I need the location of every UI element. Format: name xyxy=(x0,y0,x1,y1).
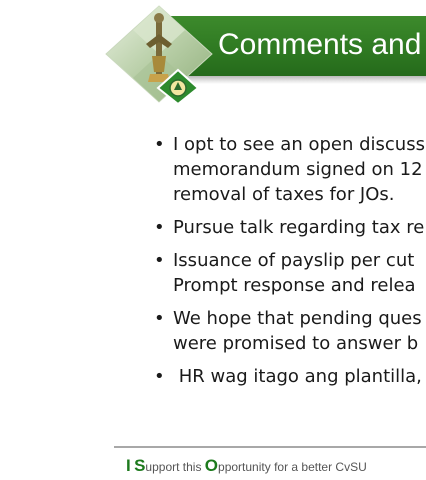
bullet-text: Pursue talk regarding tax re xyxy=(173,217,425,238)
bullet-text: I opt to see an open discuss memorandum … xyxy=(173,134,425,205)
university-seal-diamond-icon xyxy=(105,5,213,104)
bullet-text: We hope that pending ques were promised … xyxy=(173,308,422,354)
bullet-dot-icon: • xyxy=(154,250,165,271)
list-item: • We hope that pending ques were promise… xyxy=(154,306,425,356)
bullet-text: HR wag itago ang plantilla, xyxy=(173,366,422,387)
bullet-dot-icon: • xyxy=(154,308,165,329)
bullet-dot-icon: • xyxy=(154,366,165,387)
comments-list: • I opt to see an open discuss memorandu… xyxy=(154,132,425,397)
footer-divider xyxy=(114,446,426,448)
footer-s-rest: upport this xyxy=(145,460,205,474)
footer-s-letter: S xyxy=(134,456,146,475)
presentation-slide: Comments and • I opt to see an open disc… xyxy=(0,0,426,480)
bullet-text: Issuance of payslip per cut Prompt respo… xyxy=(173,250,416,296)
bullet-dot-icon: • xyxy=(154,134,165,155)
slide-title: Comments and xyxy=(218,28,422,61)
list-item: • Issuance of payslip per cut Prompt res… xyxy=(154,248,425,298)
footer-o-letter: O xyxy=(204,456,219,475)
footer-i-letter: I xyxy=(126,456,131,475)
list-item: • Pursue talk regarding tax re xyxy=(154,215,425,240)
list-item: • HR wag itago ang plantilla, xyxy=(154,364,425,389)
bullet-dot-icon: • xyxy=(154,217,165,238)
list-item: • I opt to see an open discuss memorandu… xyxy=(154,132,425,207)
footer-tagline: I Support this Opportunity for a better … xyxy=(126,456,367,476)
footer-o-rest: pportunity for a better CvSU xyxy=(218,460,367,474)
